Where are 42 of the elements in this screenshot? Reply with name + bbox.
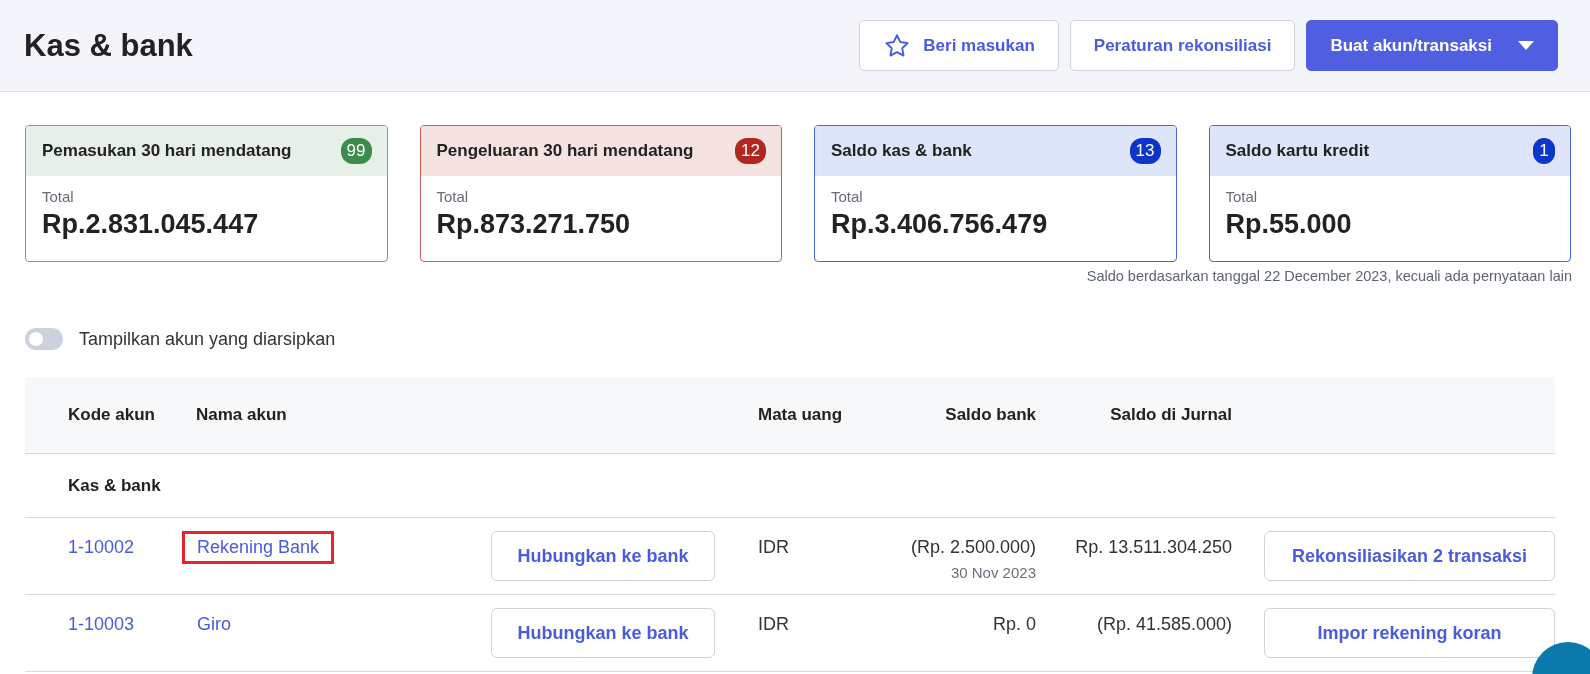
- total-amount: Rp.3.406.756.479: [831, 209, 1049, 240]
- column-header: Kode akun: [68, 405, 156, 425]
- card-title: Saldo kartu kredit: [1225, 141, 1370, 161]
- bank-balance-date: 30 Nov 2023: [950, 564, 1036, 581]
- bank-balance: (Rp. 2.500.000): [910, 537, 1036, 558]
- card-title: Pemasukan 30 hari mendatang: [42, 141, 292, 161]
- total-label: Total: [42, 188, 75, 205]
- caret-icon: [1518, 41, 1534, 50]
- total-label: Total: [436, 188, 470, 205]
- archive-toggle[interactable]: [25, 328, 63, 350]
- bank-balance: Rp. 0: [992, 614, 1036, 635]
- currency-cell-text: IDR: [758, 536, 790, 558]
- total-label: Total: [1225, 188, 1259, 205]
- total-amount: Rp.873.271.750: [436, 209, 632, 240]
- connect-bank-button[interactable]: Hubungkan ke bank: [491, 608, 715, 658]
- reconciliation-rules-button[interactable]: Peraturan rekonsiliasi: [1069, 20, 1296, 71]
- journal-balance: Rp. 13.511.304.250: [1074, 536, 1232, 558]
- create-dropdown-button[interactable]: Buat akun/transaksi: [1306, 20, 1558, 71]
- total-amount: Rp.2.831.045.447: [42, 209, 260, 240]
- toggle-label: Tampilkan akun yang diarsipkan: [79, 328, 336, 350]
- count-badge: 99: [340, 138, 372, 164]
- journal-balance: (Rp. 41.585.000): [1095, 613, 1232, 635]
- card-title: Saldo kas & bank: [831, 141, 972, 161]
- total-label: Total: [831, 188, 864, 205]
- page-title: Kas & bank: [24, 27, 193, 64]
- account-name-link[interactable]: Rekening Bank: [182, 531, 335, 564]
- row-action-button[interactable]: Rekonsiliasikan 2 transaksi: [1264, 531, 1555, 581]
- card-title: Pengeluaran 30 hari mendatang: [436, 141, 694, 161]
- currency-cell-text: IDR: [758, 613, 790, 635]
- balance-note: Saldo berdasarkan tanggal 22 December 2023, kecuali ada pernyataan lain: [1085, 267, 1573, 284]
- feedback-button[interactable]: Beri masukan: [859, 20, 1059, 71]
- column-header: Nama akun: [196, 405, 288, 425]
- count-badge: 1: [1533, 138, 1555, 164]
- column-header: Saldo bank: [944, 405, 1036, 425]
- row-action-button[interactable]: Impor rekening koran: [1264, 608, 1555, 658]
- count-badge: 12: [735, 138, 766, 164]
- count-badge: 13: [1129, 138, 1161, 164]
- connect-bank-button[interactable]: Hubungkan ke bank: [491, 531, 715, 581]
- column-header: Saldo di Jurnal: [1109, 405, 1232, 425]
- column-header: Mata uang: [758, 405, 844, 425]
- total-amount: Rp.55.000: [1225, 209, 1353, 240]
- group-label: Kas & bank: [68, 475, 161, 496]
